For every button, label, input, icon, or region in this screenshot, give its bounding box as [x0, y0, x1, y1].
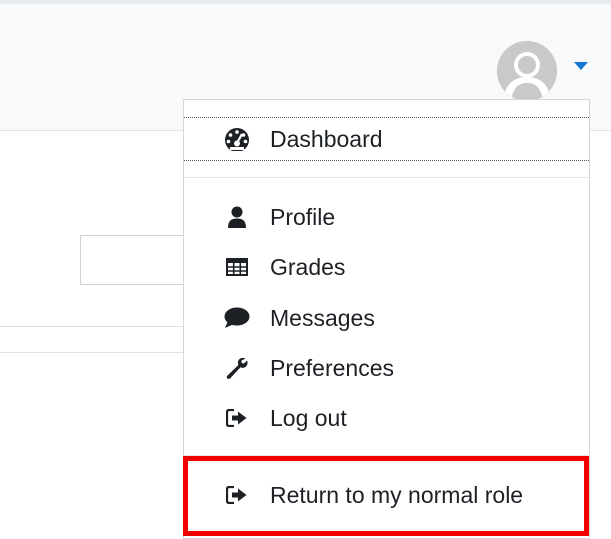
background-divider [0, 326, 190, 327]
menu-item-profile[interactable]: Profile [184, 195, 589, 239]
sign-out-icon [222, 409, 252, 427]
user-avatar-icon [497, 41, 557, 101]
comment-icon [222, 307, 252, 329]
menu-item-log-out[interactable]: Log out [184, 396, 589, 440]
wrench-icon [222, 356, 252, 380]
menu-item-label: Grades [270, 253, 346, 280]
caret-down-icon[interactable] [574, 62, 588, 70]
tachometer-icon [222, 127, 252, 151]
table-icon [222, 258, 252, 276]
menu-item-label: Dashboard [270, 125, 383, 152]
menu-item-messages[interactable]: Messages [184, 296, 589, 340]
menu-item-preferences[interactable]: Preferences [184, 346, 589, 390]
user-icon [222, 206, 252, 228]
highlight-box [183, 456, 589, 536]
menu-item-label: Log out [270, 404, 347, 431]
menu-item-label: Preferences [270, 354, 395, 381]
background-input [80, 235, 190, 285]
menu-item-label: Profile [270, 203, 336, 230]
menu-item-label: Messages [270, 304, 375, 331]
menu-item-dashboard[interactable]: Dashboard [184, 117, 589, 161]
background-divider [0, 352, 190, 353]
menu-divider [184, 177, 589, 178]
menu-item-grades[interactable]: Grades [184, 245, 589, 289]
user-avatar[interactable] [497, 41, 557, 101]
